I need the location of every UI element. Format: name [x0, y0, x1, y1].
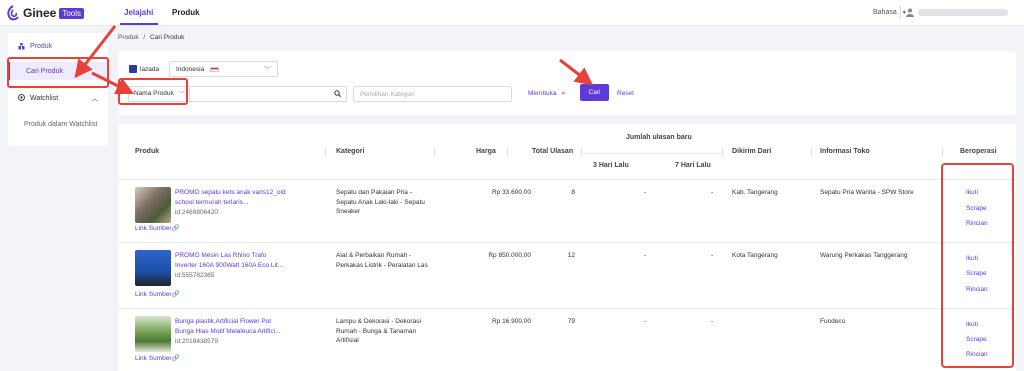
annotation-arrows: [74, 25, 594, 95]
arrow-to-sidebar: [74, 25, 117, 79]
arrow-to-search-type: [91, 71, 135, 95]
arrow-to-search-button: [559, 58, 594, 86]
